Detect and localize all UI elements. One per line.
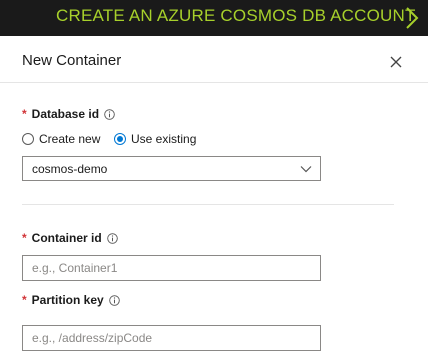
info-icon[interactable]: [104, 109, 115, 120]
partition-key-input[interactable]: [22, 325, 321, 351]
required-marker: *: [22, 107, 27, 121]
top-banner: CREATE AN AZURE COSMOS DB ACCOUNT: [0, 0, 428, 36]
database-select-value: cosmos-demo: [32, 162, 108, 176]
blade-header: New Container: [0, 36, 428, 83]
partition-key-label: * Partition key: [22, 293, 120, 307]
radio-create-new[interactable]: Create new: [22, 132, 100, 146]
database-select[interactable]: cosmos-demo: [22, 156, 321, 181]
required-marker: *: [22, 231, 27, 245]
required-marker: *: [22, 293, 27, 307]
banner-title: CREATE AN AZURE COSMOS DB ACCOUNT: [56, 6, 416, 25]
blade-title: New Container: [22, 52, 122, 69]
radio-use-existing-label: Use existing: [131, 132, 197, 146]
database-id-label: * Database id: [22, 107, 115, 121]
radio-use-existing[interactable]: Use existing: [114, 132, 196, 146]
container-id-input[interactable]: [22, 255, 321, 281]
radio-button-selected[interactable]: [114, 133, 126, 145]
info-icon[interactable]: [106, 233, 118, 244]
section-divider: [22, 204, 394, 205]
info-icon[interactable]: [108, 295, 120, 306]
chevron-right-icon[interactable]: [404, 6, 420, 30]
radio-create-new-label: Create new: [39, 132, 101, 146]
close-icon[interactable]: [388, 54, 404, 70]
radio-button-unselected[interactable]: [22, 133, 34, 145]
container-id-label: * Container id: [22, 231, 118, 245]
chevron-down-icon: [300, 166, 312, 173]
